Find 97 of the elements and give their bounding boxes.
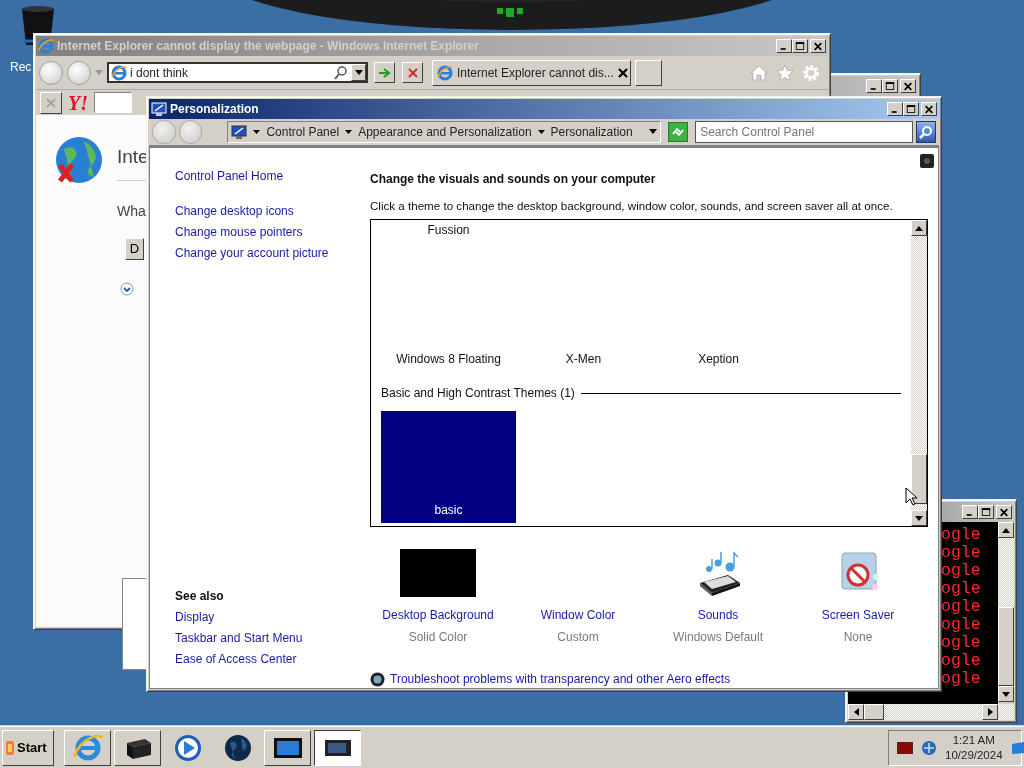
- right-arrow-icon[interactable]: [987, 708, 993, 716]
- group-heading: Basic and High Contrast Themes (1): [381, 385, 575, 402]
- sidebar-link[interactable]: Change mouse pointers: [175, 221, 370, 243]
- console-line: ogle: [941, 634, 982, 652]
- solid-color-swatch[interactable]: [400, 549, 476, 597]
- setting-link[interactable]: Desktop Background: [382, 606, 494, 624]
- scrollbar[interactable]: [911, 220, 927, 526]
- star-icon[interactable]: [776, 63, 794, 82]
- theme-tile[interactable]: basic: [381, 411, 516, 523]
- close-button[interactable]: [40, 91, 62, 114]
- breadcrumb-item[interactable]: Appearance and Personalization: [358, 122, 532, 141]
- up-arrow-icon[interactable]: [1002, 527, 1010, 533]
- tray-icon[interactable]: [897, 741, 913, 754]
- breadcrumb-item[interactable]: Control Panel: [266, 122, 340, 141]
- browser-icon: [72, 732, 103, 763]
- sidebar-link[interactable]: Control Panel Home: [175, 165, 370, 187]
- scroll-thumb[interactable]: [864, 704, 884, 720]
- scroll-thumb[interactable]: [911, 454, 927, 504]
- globe-icon: [222, 732, 253, 763]
- chevron-icon[interactable]: [345, 129, 353, 134]
- console-line: ogle: [941, 598, 982, 616]
- search-icon[interactable]: [334, 65, 348, 80]
- setting-value: Solid Color: [408, 629, 468, 646]
- section-heading: See also: [175, 588, 225, 605]
- toolbar-logo: Y!: [68, 92, 88, 113]
- theme-name[interactable]: Fussion: [381, 221, 516, 239]
- page-button[interactable]: D: [125, 237, 144, 260]
- start-button[interactable]: Start: [2, 729, 54, 766]
- console-line: ogle: [941, 562, 982, 580]
- scroll-left-button[interactable]: [848, 704, 864, 720]
- window-title: Personalization: [170, 101, 260, 118]
- description: Click a theme to change the desktop background, window color, sounds, and screen saver all at once.: [370, 197, 894, 214]
- media-player-icon: [172, 732, 203, 763]
- up-arrow-icon[interactable]: [915, 225, 923, 231]
- setting-value: Windows Default: [672, 629, 763, 646]
- sidebar-link[interactable]: Change your account picture: [175, 242, 370, 264]
- console-line: ogle: [941, 670, 982, 688]
- error-globe-icon: [54, 135, 104, 185]
- down-arrow-icon[interactable]: [915, 515, 923, 521]
- console-line: ogle: [941, 544, 982, 562]
- cursor-icon: [905, 487, 917, 506]
- ie-icon: [437, 64, 453, 81]
- new-tab-button[interactable]: [635, 59, 662, 86]
- left-arrow-icon[interactable]: [853, 708, 859, 716]
- down-arrow-icon[interactable]: [1002, 691, 1010, 697]
- setting-value: Custom: [557, 629, 599, 646]
- scrollbar[interactable]: [848, 704, 1014, 720]
- desktop-icon-label[interactable]: Rec: [10, 58, 32, 76]
- desktop-icon[interactable]: [1010, 740, 1024, 755]
- ie-icon: [111, 64, 127, 81]
- console-line: ogle: [941, 616, 982, 634]
- page-heading: Change the visuals and sounds on your computer: [370, 170, 657, 188]
- address-bar[interactable]: Control Panel Appearance and Personalization Personalization: [227, 120, 662, 143]
- breadcrumb-item[interactable]: Personalization: [550, 122, 633, 141]
- sidebar-link[interactable]: Display: [175, 607, 215, 628]
- setting-link[interactable]: Screen Saver: [821, 606, 895, 624]
- sidebar-link[interactable]: Taskbar and Start Menu: [175, 628, 303, 649]
- ie-icon: [38, 38, 54, 54]
- help-icon[interactable]: [920, 153, 934, 168]
- chevron-icon[interactable]: [253, 129, 261, 134]
- start-icon[interactable]: [6, 740, 14, 755]
- theme-name[interactable]: Xeption: [651, 350, 786, 368]
- scroll-right-button[interactable]: [982, 704, 998, 720]
- expand-icon[interactable]: [120, 281, 134, 296]
- scroll-up-button[interactable]: [911, 220, 927, 236]
- console-line: ogle: [941, 580, 982, 598]
- browser-tab[interactable]: Internet Explorer cannot dis...: [432, 59, 631, 86]
- scrollbar[interactable]: [998, 522, 1014, 702]
- setting-link[interactable]: Window Color: [540, 606, 616, 624]
- search-field[interactable]: [94, 92, 132, 113]
- dropdown-button[interactable]: [351, 64, 366, 81]
- close-icon[interactable]: [617, 67, 628, 78]
- clock[interactable]: 1:21 AM 10/29/2024: [945, 732, 1003, 763]
- address-bar[interactable]: i dont think: [107, 62, 368, 83]
- control-panel-icon: [151, 101, 167, 117]
- scroll-down-button[interactable]: [911, 510, 927, 526]
- caret-icon[interactable]: [354, 70, 363, 75]
- network-icon[interactable]: [921, 739, 937, 756]
- troubleshoot-link[interactable]: Troubleshoot problems with transparency and other Aero effects: [390, 670, 731, 688]
- search-field[interactable]: Search Control Panel: [695, 120, 914, 143]
- help-icon[interactable]: [370, 671, 385, 687]
- scroll-thumb[interactable]: [998, 607, 1014, 686]
- theme-name[interactable]: Windows 8 Floating: [381, 350, 516, 368]
- dropdown-icon[interactable]: [649, 129, 658, 135]
- console-line: ogle: [941, 652, 982, 670]
- setting-value: None: [843, 629, 873, 646]
- control-panel-icon: [231, 124, 248, 139]
- scroll-down-button[interactable]: [998, 686, 1014, 702]
- sidebar-link[interactable]: Change desktop icons: [175, 200, 370, 222]
- console-line: ogle: [941, 526, 982, 544]
- page-text: Wha: [117, 201, 147, 221]
- theme-name[interactable]: X-Men: [516, 350, 651, 368]
- setting-link[interactable]: Sounds: [697, 606, 739, 624]
- taskbar-button[interactable]: [314, 729, 361, 766]
- sidebar-link[interactable]: Ease of Access Center: [175, 649, 297, 670]
- scroll-up-button[interactable]: [998, 522, 1014, 538]
- chevron-icon[interactable]: [537, 129, 545, 134]
